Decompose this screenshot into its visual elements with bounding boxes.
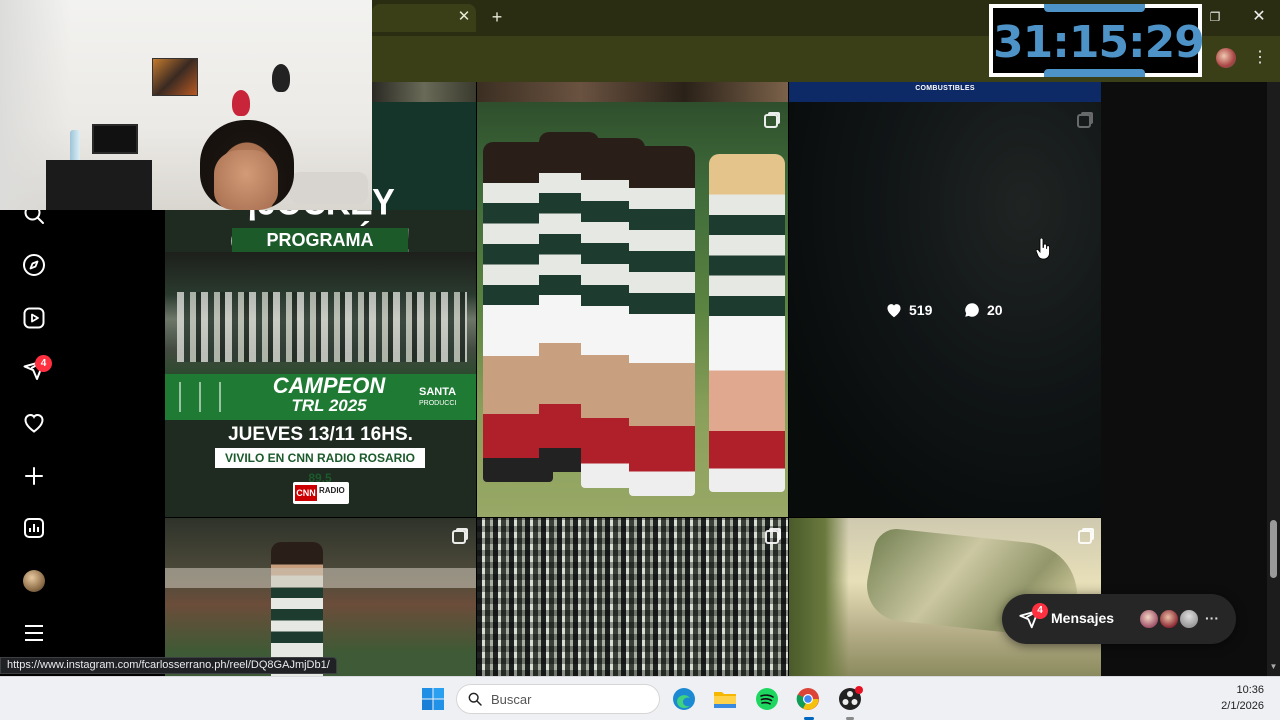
- heart-icon: [887, 304, 901, 318]
- stadium-banner: [165, 568, 476, 588]
- nav-profile-avatar[interactable]: [23, 570, 45, 592]
- taskbar-search-placeholder: Buscar: [491, 692, 532, 707]
- webcam-overlay: [0, 0, 372, 210]
- carousel-icon: [765, 530, 779, 544]
- tree-silhouette: [789, 518, 849, 676]
- screen: ✕ + ❐ ✕ ⋮ ▼ COMBUSTIBLES ¡JOCKEY CAMPEÓN…: [0, 0, 1280, 720]
- grid-post-hovered[interactable]: 519 20: [789, 102, 1101, 517]
- windows-taskbar: Buscar 10:36 2/1/2026: [0, 676, 1280, 720]
- obs-icon[interactable]: [837, 686, 863, 712]
- dashboard-icon: [24, 518, 44, 538]
- edge-icon[interactable]: [671, 686, 697, 712]
- browser-profile-avatar[interactable]: [1216, 48, 1236, 68]
- poster-campeon: CAMPEON: [272, 373, 386, 398]
- chrome-icon[interactable]: [795, 686, 821, 712]
- grid-post-player[interactable]: [165, 518, 476, 676]
- comments-count: 20: [963, 300, 1003, 320]
- nav-more[interactable]: [20, 619, 48, 647]
- grid-post-partial[interactable]: [477, 82, 788, 102]
- webcam-desk: [46, 160, 152, 210]
- scrollbar-thumb[interactable]: [1270, 520, 1277, 578]
- poster-date: JUEVES 13/11 16HS.: [228, 424, 413, 445]
- link-status-url: https://www.instagram.com/fcarlosserrano…: [0, 657, 337, 674]
- messages-panel-button[interactable]: 4 Mensajes ···: [1002, 594, 1236, 644]
- likes-value: 519: [909, 302, 933, 318]
- likes-count: 519: [885, 300, 932, 320]
- window-restore-icon[interactable]: ❐: [1207, 10, 1223, 26]
- file-explorer-icon[interactable]: [712, 686, 738, 712]
- create-icon: [25, 467, 43, 485]
- club-crests-icon: [179, 382, 237, 412]
- team-photo: [165, 252, 476, 374]
- taskbar-search-box[interactable]: Buscar: [456, 684, 660, 714]
- reels-icon: [23, 307, 45, 329]
- menu-icon: [25, 625, 43, 641]
- comment-icon: [965, 303, 979, 317]
- grid-post-rugby-players[interactable]: [477, 102, 788, 517]
- sponsor-name: SANTA: [419, 386, 457, 398]
- avatar: [1158, 608, 1180, 630]
- comments-value: 20: [987, 302, 1003, 318]
- poster-trl: TRL 2025: [291, 396, 367, 415]
- radio-logo-text: RADIO: [319, 486, 345, 495]
- webcam-hat: [272, 64, 290, 92]
- more-options-icon[interactable]: ···: [1204, 610, 1220, 626]
- window-close-icon[interactable]: ✕: [1250, 8, 1268, 26]
- avatar: [1178, 608, 1200, 630]
- new-tab-icon[interactable]: +: [488, 8, 506, 26]
- carousel-icon: [1078, 530, 1092, 544]
- scrollbar[interactable]: [1267, 82, 1280, 676]
- post-caption-text: COMBUSTIBLES: [915, 85, 975, 92]
- nav-dashboard[interactable]: [20, 514, 48, 542]
- hand-cursor-icon: [1036, 238, 1050, 260]
- page-right-margin: [1101, 82, 1267, 676]
- player-figure: [629, 146, 695, 496]
- poster-radio: VIVILO EN CNN RADIO ROSARIO 89.5: [215, 448, 425, 485]
- messages-panel-badge: 4: [1032, 603, 1048, 619]
- messages-badge: 4: [35, 355, 52, 372]
- timer-accent-top: [1044, 4, 1145, 12]
- cnn-radio-logo: CNN RADIO: [293, 482, 349, 504]
- webcam-bottle: [70, 130, 80, 164]
- webcam-hat: [232, 90, 250, 116]
- grid-post-partial[interactable]: COMBUSTIBLES: [789, 82, 1101, 102]
- taskbar-clock-time[interactable]: 10:36: [1220, 684, 1264, 696]
- team-players: [177, 292, 467, 362]
- nav-create[interactable]: [20, 462, 48, 490]
- nav-reels[interactable]: [20, 304, 48, 332]
- cnn-logo-text: CNN: [295, 485, 317, 501]
- webcam-pillow: [290, 172, 368, 204]
- timer-accent-bottom: [1044, 69, 1145, 77]
- browser-menu-icon[interactable]: ⋮: [1252, 47, 1268, 69]
- heart-icon: [24, 413, 44, 433]
- search-icon: [468, 692, 482, 706]
- spotify-icon[interactable]: [754, 686, 780, 712]
- hover-overlay: [789, 102, 1101, 517]
- explore-icon: [23, 254, 45, 276]
- player-figure: [709, 154, 785, 492]
- taskbar-clock-date[interactable]: 2/1/2026: [1200, 700, 1264, 712]
- windows-start-icon[interactable]: [421, 687, 445, 711]
- grid-post-crowd[interactable]: [477, 518, 788, 676]
- carousel-icon: [452, 530, 466, 544]
- stream-timer: 31:15:29: [989, 4, 1205, 77]
- sponsor-logo: SANTA PRODUCCI: [419, 387, 475, 409]
- webcam-face: [214, 150, 278, 210]
- scroll-down-arrow-icon[interactable]: ▼: [1268, 662, 1279, 672]
- carousel-icon: [764, 114, 778, 128]
- webcam-monitor: [92, 124, 138, 154]
- nav-notifications[interactable]: [20, 409, 48, 437]
- timer-value: 31:15:29: [993, 17, 1205, 68]
- grid-post-partial[interactable]: [372, 82, 476, 102]
- poster-subheadline: PROGRAMA ESPECIAL: [232, 228, 408, 274]
- carousel-icon: [1077, 114, 1091, 128]
- messages-panel-label: Mensajes: [1051, 610, 1115, 626]
- nav-explore[interactable]: [20, 251, 48, 279]
- sponsor-sub: PRODUCCI: [419, 400, 457, 407]
- webcam-painting: [152, 58, 198, 96]
- tab-close-icon[interactable]: ✕: [456, 9, 472, 25]
- avatar: [1138, 608, 1160, 630]
- player-figure: [271, 542, 323, 676]
